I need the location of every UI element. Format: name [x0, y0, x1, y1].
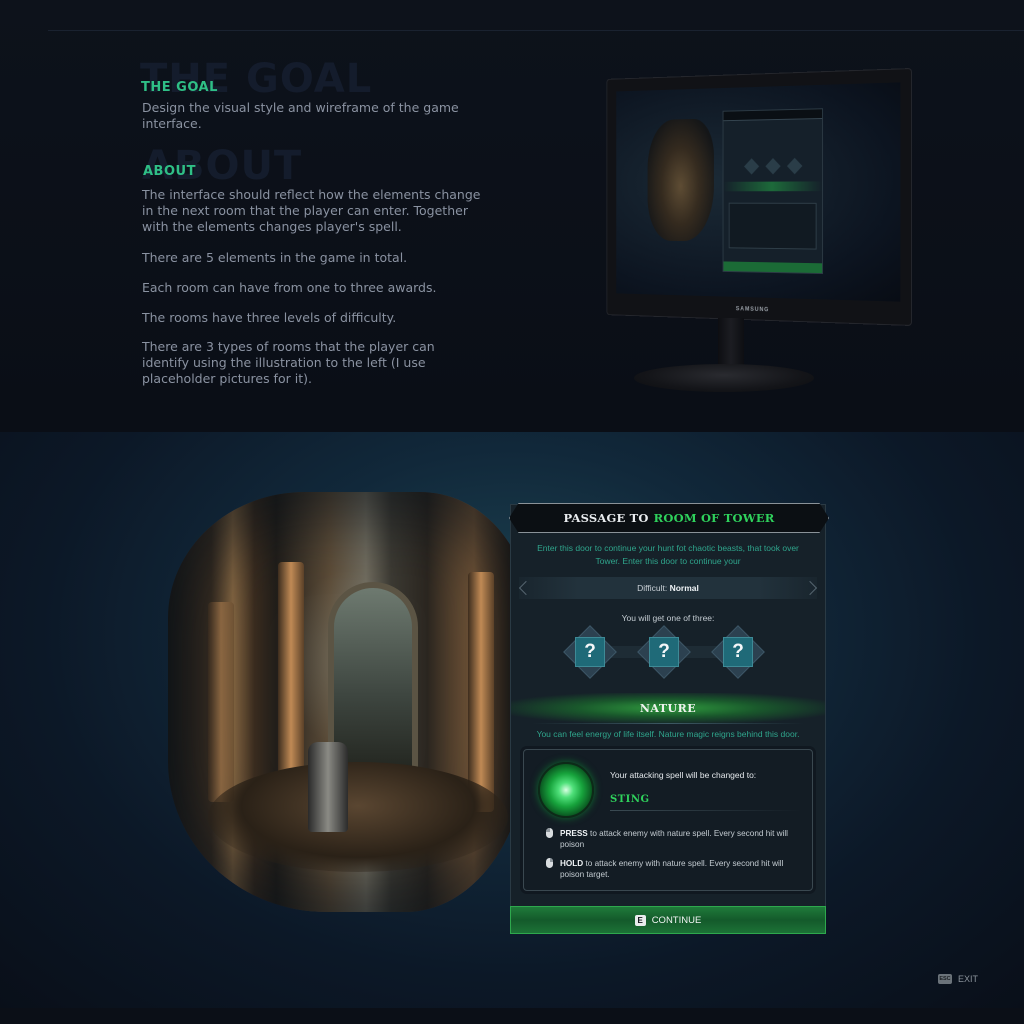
element-name: NATURE — [511, 693, 825, 723]
continue-button[interactable]: E CONTINUE — [510, 906, 826, 934]
monitor-screen — [616, 82, 901, 302]
key-esc-icon: ESC — [938, 974, 952, 984]
unknown-reward-icon: ? — [575, 637, 605, 667]
control-text: to attack enemy with nature spell. Every… — [560, 859, 784, 879]
unknown-reward-icon: ? — [649, 637, 679, 667]
case-study-intro: THE GOAL THE GOAL Design the visual styl… — [0, 0, 1024, 432]
mouse-right-icon — [546, 858, 553, 868]
exit-button[interactable]: ESC EXIT — [938, 974, 978, 984]
rewards-label: You will get one of three: — [621, 613, 715, 623]
mouse-left-icon — [546, 828, 553, 838]
reward-slot[interactable]: ? — [637, 625, 691, 679]
element-description: You can feel energy of life itself. Natu… — [536, 729, 800, 739]
chevron-left-icon — [518, 580, 534, 596]
panel-title: PASSAGE TO ROOM OF TOWER — [509, 503, 829, 533]
chevron-right-icon — [802, 580, 818, 596]
about-paragraph: There are 5 elements in the game in tota… — [142, 250, 408, 265]
passage-panel: PASSAGE TO ROOM OF TOWER Enter this door… — [509, 503, 829, 934]
unknown-reward-icon: ? — [723, 637, 753, 667]
monitor-brand: SAMSUNG — [735, 306, 770, 314]
screen-room-art — [647, 118, 714, 242]
control-hint-press: PRESS to attack enemy with nature spell.… — [546, 828, 800, 850]
about-paragraph: Each room can have from one to three awa… — [142, 280, 437, 295]
screen-panel-preview — [722, 108, 824, 275]
about-heading: ABOUT — [143, 164, 196, 179]
spell-change-card: Your attacking spell will be changed to:… — [523, 749, 813, 891]
monitor-mockup: SAMSUNG — [568, 68, 912, 398]
control-text: to attack enemy with nature spell. Every… — [560, 829, 788, 849]
reward-slot[interactable]: ? — [563, 625, 617, 679]
room-illustration — [168, 492, 528, 912]
goal-ghost-title: THE GOAL — [140, 56, 373, 102]
about-paragraph: There are 3 types of rooms that the play… — [142, 339, 435, 386]
title-room-name: ROOM OF TOWER — [653, 511, 775, 525]
key-e-icon: E — [634, 914, 646, 926]
about-paragraph: The interface should reflect how the ele… — [142, 187, 481, 234]
goal-text: Design the visual style and wireframe of… — [142, 100, 459, 131]
divider — [48, 30, 1024, 31]
control-action: PRESS — [560, 829, 588, 838]
continue-label: CONTINUE — [651, 914, 702, 926]
monitor-base — [634, 364, 814, 392]
nature-spell-icon — [538, 762, 594, 818]
title-prefix: PASSAGE TO — [563, 511, 649, 525]
difficulty-label: Difficult: — [637, 583, 668, 593]
game-screen: PASSAGE TO ROOM OF TOWER Enter this door… — [0, 432, 1024, 1008]
divider — [531, 723, 805, 724]
difficulty-row: Difficult: Normal — [518, 577, 818, 599]
spell-name: STING — [610, 794, 650, 805]
exit-label: EXIT — [958, 974, 979, 984]
difficulty-value: Normal — [669, 583, 699, 593]
goal-heading: THE GOAL — [141, 80, 218, 95]
monitor-bezel: SAMSUNG — [606, 68, 912, 326]
reward-slots: ? ? ? — [563, 625, 769, 679]
reward-slot[interactable]: ? — [711, 625, 765, 679]
control-action: HOLD — [560, 859, 584, 868]
room-statue — [308, 742, 348, 832]
control-hint-hold: HOLD to attack enemy with nature spell. … — [546, 858, 800, 880]
about-paragraph: The rooms have three levels of difficult… — [142, 310, 397, 325]
divider — [610, 810, 802, 811]
room-description: Enter this door to continue your hunt fo… — [537, 543, 799, 566]
spell-change-heading: Your attacking spell will be changed to: — [610, 770, 757, 780]
